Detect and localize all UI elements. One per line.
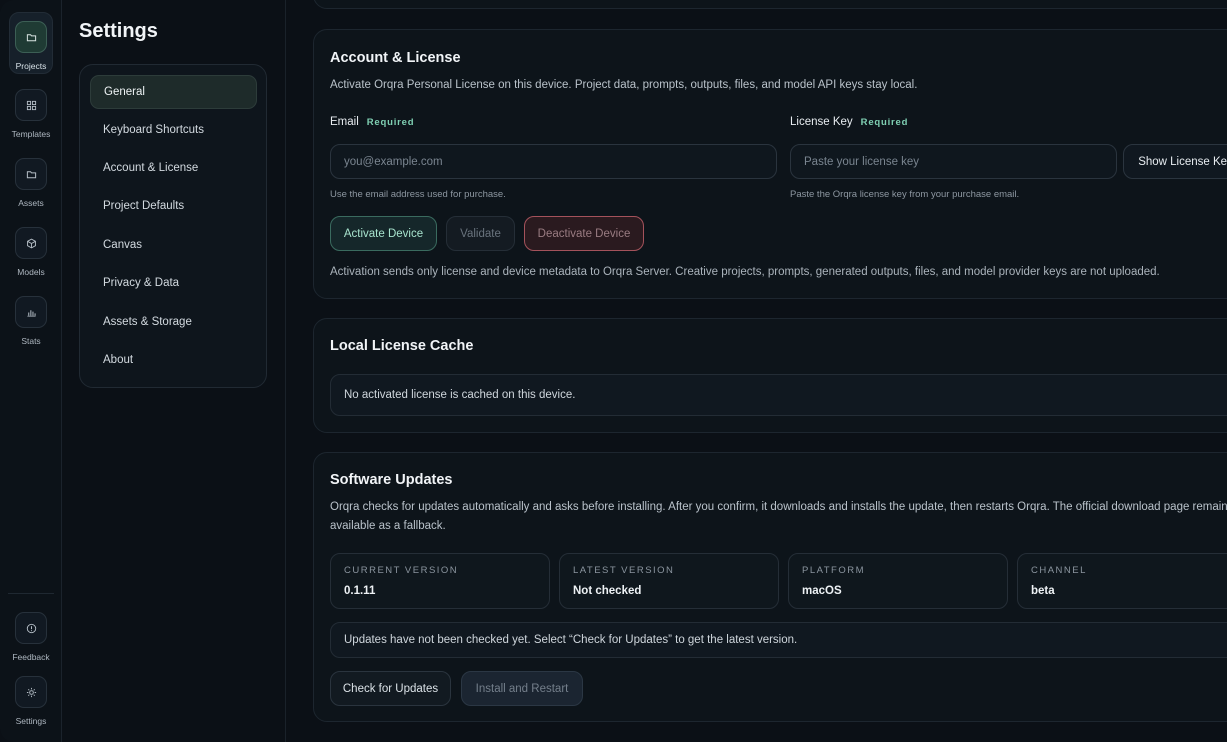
grid-icon: [15, 89, 47, 121]
install-and-restart-button[interactable]: Install and Restart: [461, 671, 583, 706]
deactivate-device-button[interactable]: Deactivate Device: [524, 216, 644, 251]
rail-label: Templates: [11, 129, 51, 139]
license-cache-message: No activated license is cached on this d…: [330, 374, 1227, 416]
rail-item-models[interactable]: Models: [0, 227, 62, 277]
rail-item-assets[interactable]: Assets: [0, 158, 62, 208]
updates-description-line-2: available as a fallback.: [330, 520, 446, 532]
nav-item-canvas[interactable]: Canvas: [90, 228, 257, 262]
settings-nav: General Keyboard Shortcuts Account & Lic…: [79, 64, 267, 388]
email-label-text: Email: [330, 116, 359, 128]
activate-device-button[interactable]: Activate Device: [330, 216, 437, 251]
license-cache-card: Local License Cache No activated license…: [313, 318, 1227, 433]
rail-item-projects[interactable]: Projects: [0, 12, 62, 74]
stat-value: Not checked: [573, 585, 642, 597]
stat-value: beta: [1031, 585, 1055, 597]
rail-label: Stats: [21, 336, 41, 346]
nav-item-project-defaults[interactable]: Project Defaults: [90, 189, 257, 223]
update-status-message: Updates have not been checked yet. Selec…: [330, 622, 1227, 658]
software-updates-card: Software Updates Orqra checks for update…: [313, 452, 1227, 722]
stat-label: LATEST VERSION: [573, 565, 675, 576]
validate-button[interactable]: Validate: [446, 216, 515, 251]
stat-platform: PLATFORM macOS: [788, 553, 1008, 609]
rail-item-projects-wrap: Projects: [9, 12, 53, 74]
activation-note: Activation sends only license and device…: [330, 266, 1160, 278]
rail-label: Feedback: [12, 652, 50, 662]
show-license-key-button[interactable]: Show License Key: [1123, 144, 1227, 179]
rail-label: Models: [17, 267, 45, 277]
bar-chart-icon: [15, 296, 47, 328]
section-title: Account & License: [330, 50, 461, 66]
check-for-updates-button[interactable]: Check for Updates: [330, 671, 451, 706]
previous-section-card: [313, 0, 1227, 9]
license-key-input[interactable]: Paste your license key: [790, 144, 1117, 179]
required-badge: Required: [366, 117, 415, 128]
stat-value: 0.1.11: [344, 585, 376, 597]
section-title: Local License Cache: [330, 338, 474, 354]
rail-item-stats[interactable]: Stats: [0, 296, 62, 346]
section-description: Activate Orqra Personal License on this …: [330, 79, 918, 91]
email-input[interactable]: you@example.com: [330, 144, 777, 179]
rail-label: Settings: [15, 716, 47, 726]
folder-icon: [15, 21, 47, 53]
rail-item-settings[interactable]: Settings: [0, 676, 62, 726]
nav-item-about[interactable]: About: [90, 343, 257, 377]
email-hint: Use the email address used for purchase.: [330, 189, 506, 200]
license-key-label: License Key Required: [790, 116, 908, 128]
settings-nav-column: Settings General Keyboard Shortcuts Acco…: [63, 0, 286, 742]
app-rail: Projects Templates Assets Models Stats F…: [0, 0, 62, 742]
stat-value: macOS: [802, 585, 842, 597]
stat-latest-version: LATEST VERSION Not checked: [559, 553, 779, 609]
required-badge: Required: [860, 117, 909, 128]
account-license-card: Account & License Activate Orqra Persona…: [313, 29, 1227, 299]
nav-item-keyboard-shortcuts[interactable]: Keyboard Shortcuts: [90, 113, 257, 147]
nav-item-account-license[interactable]: Account & License: [90, 151, 257, 185]
nav-item-assets-storage[interactable]: Assets & Storage: [90, 305, 257, 339]
stat-label: PLATFORM: [802, 565, 866, 576]
rail-item-feedback[interactable]: Feedback: [0, 612, 62, 662]
email-label: Email Required: [330, 116, 414, 128]
rail-label: Assets: [18, 198, 44, 208]
nav-item-privacy-data[interactable]: Privacy & Data: [90, 266, 257, 300]
rail-label: Projects: [15, 61, 47, 71]
rail-item-templates[interactable]: Templates: [0, 89, 62, 139]
stat-channel: CHANNEL beta: [1017, 553, 1227, 609]
nav-item-general[interactable]: General: [90, 75, 257, 109]
gear-icon: [15, 676, 47, 708]
stat-label: CHANNEL: [1031, 565, 1087, 576]
page-title: Settings: [79, 20, 158, 42]
section-title: Software Updates: [330, 472, 453, 488]
license-key-label-text: License Key: [790, 116, 853, 128]
cube-icon: [15, 227, 47, 259]
stat-label: CURRENT VERSION: [344, 565, 459, 576]
folder-icon: [15, 158, 47, 190]
stat-current-version: CURRENT VERSION 0.1.11: [330, 553, 550, 609]
rail-divider: [8, 593, 54, 594]
info-circle-icon: [15, 612, 47, 644]
updates-description-line-1: Orqra checks for updates automatically a…: [330, 501, 1227, 513]
license-key-hint: Paste the Orqra license key from your pu…: [790, 189, 1020, 200]
